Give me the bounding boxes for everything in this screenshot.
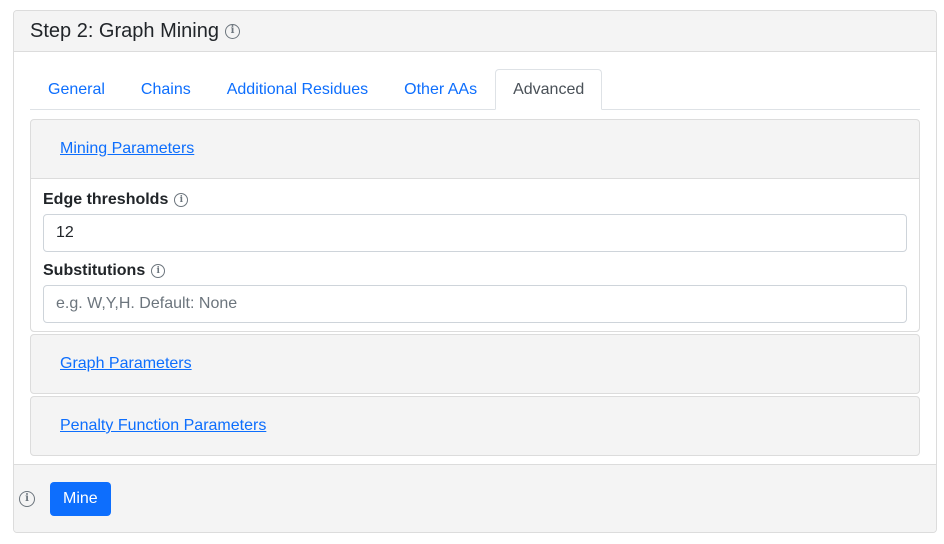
info-icon[interactable]: i <box>174 193 189 207</box>
edge-thresholds-label-text: Edge thresholds <box>43 191 169 208</box>
accordion-item-mining: Mining Parameters Edge thresholds i Subs… <box>30 119 920 332</box>
tab-general[interactable]: General <box>30 69 123 110</box>
info-icon[interactable]: i <box>225 23 240 39</box>
info-icon[interactable]: i <box>19 490 35 507</box>
accordion-header-graph[interactable]: Graph Parameters <box>31 335 919 393</box>
card-title: Step 2: Graph Mining <box>30 19 219 42</box>
penalty-function-parameters-link[interactable]: Penalty Function Parameters <box>60 417 266 435</box>
tab-bar: General Chains Additional Residues Other… <box>30 52 920 110</box>
accordion-body-mining: Edge thresholds i Substitutions i <box>31 178 919 331</box>
tab-chains[interactable]: Chains <box>123 69 209 110</box>
substitutions-label-text: Substitutions <box>43 262 146 279</box>
info-icon[interactable]: i <box>151 264 166 278</box>
advanced-accordion: Mining Parameters Edge thresholds i Subs… <box>30 119 920 456</box>
graph-mining-card: Step 2: Graph Mining i General Chains Ad… <box>13 10 937 533</box>
card-body: General Chains Additional Residues Other… <box>14 52 936 458</box>
card-footer: i Mine <box>14 464 936 532</box>
mining-parameters-link[interactable]: Mining Parameters <box>60 140 194 158</box>
tab-advanced[interactable]: Advanced <box>495 69 603 110</box>
accordion-item-penalty: Penalty Function Parameters <box>30 396 920 456</box>
tab-other-aas[interactable]: Other AAs <box>386 69 495 110</box>
accordion-header-mining[interactable]: Mining Parameters <box>31 120 919 178</box>
accordion-item-graph: Graph Parameters <box>30 334 920 394</box>
mine-button[interactable]: Mine <box>50 481 111 516</box>
edge-thresholds-input[interactable] <box>43 214 907 252</box>
card-title-row: Step 2: Graph Mining i <box>30 20 240 43</box>
substitutions-input[interactable] <box>43 285 907 323</box>
accordion-header-penalty[interactable]: Penalty Function Parameters <box>31 397 919 455</box>
graph-parameters-link[interactable]: Graph Parameters <box>60 355 192 373</box>
tab-additional-residues[interactable]: Additional Residues <box>209 69 386 110</box>
substitutions-label: Substitutions i <box>43 260 907 282</box>
edge-thresholds-label: Edge thresholds i <box>43 189 907 211</box>
card-header: Step 2: Graph Mining i <box>14 11 936 52</box>
